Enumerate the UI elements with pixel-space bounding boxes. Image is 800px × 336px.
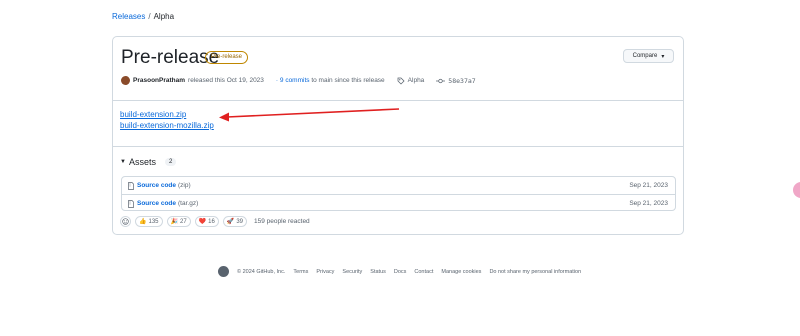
party-popper-icon: 🎉 — [170, 219, 178, 225]
author-link[interactable]: PrasoonPratham — [133, 77, 185, 84]
caret-down-icon: ▼ — [120, 159, 126, 165]
breadcrumb-current: Alpha — [153, 12, 175, 21]
compare-label: Compare — [632, 53, 658, 59]
asset-date: Sep 21, 2023 — [629, 200, 668, 207]
commit-hash-link[interactable]: 58e37a7 — [448, 77, 475, 85]
footer-link-status[interactable]: Status — [370, 269, 386, 275]
commit-icon — [436, 78, 446, 83]
reaction-count: 39 — [236, 218, 244, 225]
divider — [113, 100, 683, 101]
asset-name-link[interactable]: Source code — [137, 182, 176, 189]
add-reaction-button[interactable] — [120, 216, 131, 227]
file-zip-icon — [128, 181, 134, 190]
build-extension-zip-link[interactable]: build-extension.zip — [120, 109, 214, 120]
smiley-icon — [122, 218, 129, 225]
github-logo-icon[interactable] — [218, 266, 229, 277]
release-meta: PrasoonPratham released this Oct 19, 202… — [121, 76, 476, 85]
floating-assistant-button[interactable] — [793, 182, 800, 198]
rocket-icon: 🚀 — [226, 219, 235, 225]
footer-link-manage-cookies[interactable]: Manage cookies — [441, 269, 481, 275]
asset-list: Source code (zip) Sep 21, 2023 Source co… — [121, 176, 676, 211]
footer: © 2024 GitHub, Inc. Terms Privacy Securi… — [218, 266, 581, 277]
prerelease-badge: Pre-release — [205, 51, 249, 64]
reaction-rocket[interactable]: 🚀 39 — [222, 216, 248, 227]
reaction-count: 27 — [179, 218, 187, 225]
asset-name-link[interactable]: Source code — [137, 200, 176, 207]
breadcrumb-releases-link[interactable]: Releases — [112, 12, 145, 21]
breadcrumb-separator: / — [148, 12, 151, 21]
asset-row[interactable]: Source code (tar.gz) Sep 21, 2023 — [122, 194, 675, 212]
release-notes-links: build-extension.zip build-extension-mozi… — [120, 109, 214, 131]
footer-link-docs[interactable]: Docs — [394, 269, 407, 275]
reaction-count: 135 — [148, 218, 159, 225]
thumbs-up-icon: 👍 — [139, 219, 147, 225]
reactions-summary: 159 people reacted — [254, 218, 310, 225]
footer-link-do-not-share[interactable]: Do not share my personal information — [489, 269, 581, 275]
assets-label: Assets — [128, 157, 156, 167]
reaction-thumbs-up[interactable]: 👍 135 — [135, 216, 163, 227]
footer-copyright: © 2024 GitHub, Inc. — [237, 268, 286, 275]
asset-ext: (tar.gz) — [178, 200, 199, 207]
divider — [113, 146, 683, 147]
build-extension-mozilla-zip-link[interactable]: build-extension-mozilla.zip — [120, 120, 214, 131]
heart-icon: ❤️ — [198, 219, 207, 225]
file-zip-icon — [128, 199, 134, 208]
tag-icon — [397, 77, 405, 85]
asset-date: Sep 21, 2023 — [629, 182, 668, 189]
chevron-down-icon: ▾ — [661, 53, 665, 60]
footer-link-terms[interactable]: Terms — [293, 269, 308, 275]
tag-link[interactable]: Alpha — [408, 77, 425, 84]
footer-link-security[interactable]: Security — [342, 269, 362, 275]
footer-link-privacy[interactable]: Privacy — [316, 269, 334, 275]
released-date-text: released this Oct 19, 2023 — [188, 77, 264, 84]
commits-text: to main since this release — [311, 77, 385, 84]
release-card: Pre-release Pre-release Compare ▾ Prasoo… — [112, 36, 684, 235]
footer-link-contact[interactable]: Contact — [414, 269, 433, 275]
reaction-hooray[interactable]: 🎉 27 — [166, 216, 191, 227]
compare-button[interactable]: Compare ▾ — [623, 49, 674, 63]
asset-row[interactable]: Source code (zip) Sep 21, 2023 — [122, 177, 675, 194]
reaction-heart[interactable]: ❤️ 16 — [194, 216, 219, 227]
commits-link[interactable]: · 9 commits — [276, 77, 310, 84]
breadcrumb: Releases / Alpha — [112, 12, 174, 21]
assets-count: 2 — [164, 158, 177, 166]
reaction-count: 16 — [208, 218, 215, 225]
avatar[interactable] — [121, 76, 130, 85]
reactions-bar: 👍 135 🎉 27 ❤️ 16 🚀 39 159 people reacted — [120, 216, 310, 227]
asset-ext: (zip) — [178, 182, 191, 189]
assets-toggle[interactable]: ▼ Assets 2 — [120, 157, 177, 167]
